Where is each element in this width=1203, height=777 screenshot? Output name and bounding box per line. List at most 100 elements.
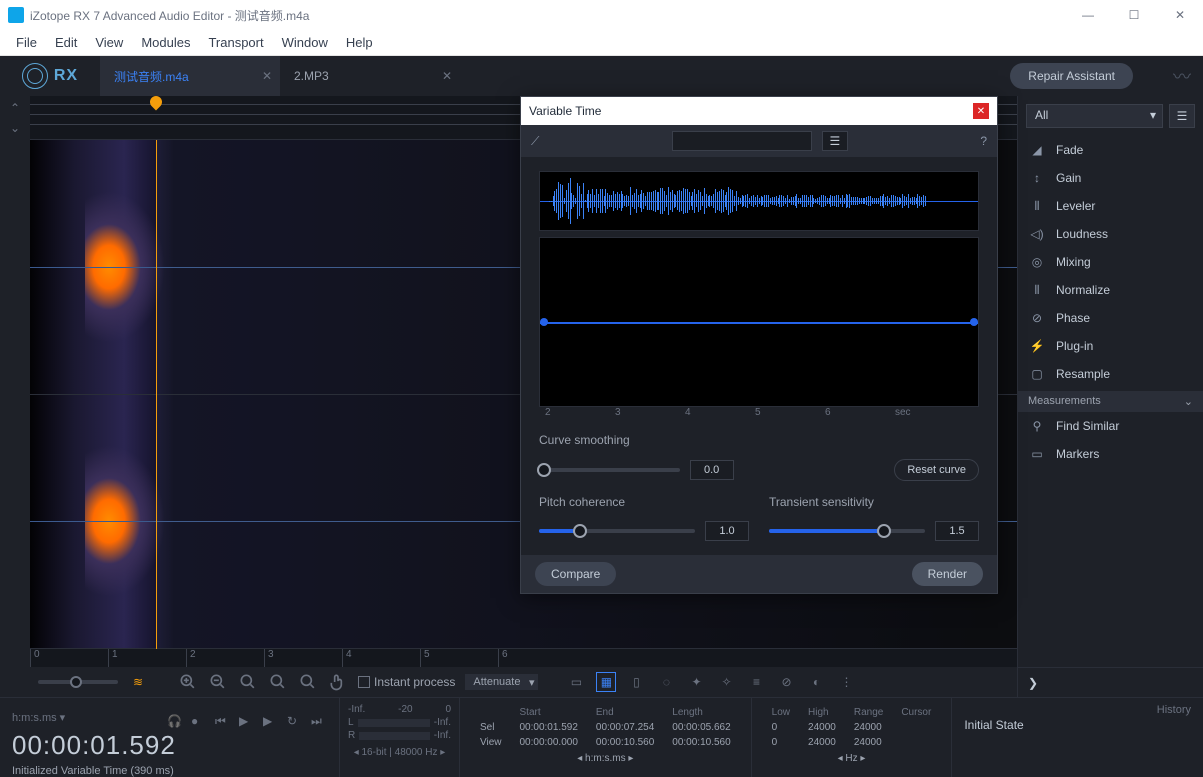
loop-button[interactable]: ↻ xyxy=(287,714,303,730)
tool-icon: ▭ xyxy=(1028,445,1046,463)
transient-value[interactable]: 1.5 xyxy=(935,521,979,541)
curve-handle[interactable] xyxy=(970,318,978,326)
sel-time-icon[interactable]: ▭ xyxy=(566,672,586,692)
waveform-preview[interactable] xyxy=(539,171,979,231)
module-mixing[interactable]: ◎Mixing xyxy=(1018,248,1203,276)
tool-icon: ⚲ xyxy=(1028,417,1046,435)
module-fade[interactable]: ◢Fade xyxy=(1018,136,1203,164)
module-plug-in[interactable]: ⚡Plug-in xyxy=(1018,332,1203,360)
time-format-select[interactable]: h:m:s.ms ▾ xyxy=(12,711,65,724)
collapse-up-icon[interactable]: ⌃ xyxy=(4,100,26,116)
preset-select[interactable] xyxy=(672,131,812,151)
menu-file[interactable]: File xyxy=(8,33,45,52)
pitch-coherence-slider[interactable] xyxy=(539,529,695,533)
status-bar: h:m:s.ms ▾ 🎧 ● ⏮ ▶ ▶ ↻ ⏭ 00:00:01.592 In… xyxy=(0,697,1203,777)
curve-handle[interactable] xyxy=(540,318,548,326)
selection-info: StartEndLengthSel00:00:01.59200:00:07.25… xyxy=(460,698,752,777)
module-menu-button[interactable]: ☰ xyxy=(1169,104,1195,128)
play-sel-button[interactable]: ▶ xyxy=(263,714,279,730)
zoom-sel-icon[interactable] xyxy=(238,672,258,692)
curve-ruler: 23456sec xyxy=(539,407,979,423)
lasso-icon[interactable]: ◌ xyxy=(656,672,676,692)
menu-transport[interactable]: Transport xyxy=(200,33,271,52)
curve-smoothing-slider[interactable] xyxy=(539,468,680,472)
forward-button[interactable]: ⏭ xyxy=(311,714,327,730)
reset-curve-button[interactable]: Reset curve xyxy=(894,459,979,481)
sel-harmonic-icon[interactable]: ≡ xyxy=(746,672,766,692)
chevron-right-icon[interactable]: ❯ xyxy=(1028,676,1038,690)
menu-view[interactable]: View xyxy=(87,33,131,52)
module-icon: ⊘ xyxy=(1028,309,1046,327)
menu-modules[interactable]: Modules xyxy=(133,33,198,52)
curve-smoothing-value[interactable]: 0.0 xyxy=(690,460,734,480)
zoom-out-icon[interactable] xyxy=(208,672,228,692)
file-tabs: 测试音频.m4a✕2.MP3✕ xyxy=(100,56,460,96)
compare-button[interactable]: Compare xyxy=(535,562,616,586)
repair-assistant-button[interactable]: Repair Assistant xyxy=(1010,63,1133,89)
module-gain[interactable]: ↕Gain xyxy=(1018,164,1203,192)
preset-menu-button[interactable]: ☰ xyxy=(822,131,848,151)
render-button[interactable]: Render xyxy=(912,562,983,586)
sel-freq-icon[interactable]: ▯ xyxy=(626,672,646,692)
tool-find-similar[interactable]: ⚲Find Similar xyxy=(1018,412,1203,440)
wand-icon[interactable]: ✧ xyxy=(716,672,736,692)
headphones-icon[interactable]: 🎧 xyxy=(167,714,183,730)
module-leveler[interactable]: ⦀Leveler xyxy=(1018,192,1203,220)
chevron-down-icon: ⌄ xyxy=(1184,395,1193,408)
zoom-fit-icon[interactable] xyxy=(268,672,288,692)
help-icon[interactable]: ? xyxy=(980,134,987,148)
play-button[interactable]: ▶ xyxy=(239,714,255,730)
close-button[interactable]: ✕ xyxy=(1165,8,1195,22)
zoom-in-icon[interactable] xyxy=(178,672,198,692)
dialog-titlebar[interactable]: Variable Time ✕ xyxy=(521,97,997,125)
record-button[interactable]: ● xyxy=(191,714,207,730)
logo-text: RX xyxy=(54,67,78,85)
curve-editor[interactable] xyxy=(539,237,979,407)
history-panel: History Initial State xyxy=(952,698,1203,777)
app-icon xyxy=(8,7,24,23)
wave-icon[interactable]: 〰 xyxy=(1173,63,1203,89)
dialog-close-button[interactable]: ✕ xyxy=(973,103,989,119)
minimize-button[interactable]: ― xyxy=(1073,8,1103,22)
menu-edit[interactable]: Edit xyxy=(47,33,85,52)
module-icon: ⫴ xyxy=(1028,281,1046,299)
module-resample[interactable]: ▢Resample xyxy=(1018,360,1203,388)
level-meters: -Inf.-200 L-Inf. R-Inf. ◂ 16-bit | 48000… xyxy=(340,698,460,777)
transient-slider[interactable] xyxy=(769,529,925,533)
brush-icon[interactable]: ✦ xyxy=(686,672,706,692)
module-icon: ▢ xyxy=(1028,365,1046,383)
menu-help[interactable]: Help xyxy=(338,33,381,52)
deselect-icon[interactable]: ⊘ xyxy=(776,672,796,692)
module-normalize[interactable]: ⫴Normalize xyxy=(1018,276,1203,304)
window-title: iZotope RX 7 Advanced Audio Editor - 测试音… xyxy=(30,7,1073,24)
tool-markers[interactable]: ▭Markers xyxy=(1018,440,1203,468)
playhead[interactable] xyxy=(156,140,157,649)
module-list: ◢Fade↕Gain⦀Leveler◁)Loudness◎Mixing⫴Norm… xyxy=(1018,136,1203,391)
file-tab[interactable]: 测试音频.m4a✕ xyxy=(100,56,280,96)
history-state[interactable]: Initial State xyxy=(964,718,1191,732)
mode-select[interactable]: Attenuate xyxy=(465,674,538,690)
measurements-section[interactable]: Measurements⌄ xyxy=(1018,391,1203,412)
rewind-button[interactable]: ⏮ xyxy=(215,714,231,730)
sel-tf-icon[interactable]: ▦ xyxy=(596,672,616,692)
tab-close-icon[interactable]: ✕ xyxy=(262,69,272,83)
time-ruler[interactable]: 0123456 xyxy=(0,649,1017,667)
file-tab[interactable]: 2.MP3✕ xyxy=(280,56,460,96)
instant-process-checkbox[interactable]: Instant process xyxy=(358,675,455,689)
hand-tool-icon[interactable] xyxy=(328,672,348,692)
tab-close-icon[interactable]: ✕ xyxy=(442,69,452,83)
spectro-icon[interactable]: ≋ xyxy=(128,672,148,692)
module-filter-select[interactable]: All xyxy=(1026,104,1163,128)
curve-tool-icon[interactable]: ⟋ xyxy=(531,134,539,149)
module-loudness[interactable]: ◁)Loudness xyxy=(1018,220,1203,248)
maximize-button[interactable]: ☐ xyxy=(1119,8,1149,22)
menu-window[interactable]: Window xyxy=(274,33,336,52)
collapse-down-icon[interactable]: ⌄ xyxy=(4,120,26,136)
sel-settings-icon[interactable]: ⋮ xyxy=(836,672,856,692)
pitch-coherence-value[interactable]: 1.0 xyxy=(705,521,749,541)
invert-sel-icon[interactable]: ◐ xyxy=(806,672,826,692)
opacity-slider[interactable] xyxy=(38,680,118,684)
zoom-tool-icon[interactable] xyxy=(298,672,318,692)
app-topbar: RX 测试音频.m4a✕2.MP3✕ Repair Assistant 〰 xyxy=(0,56,1203,96)
module-phase[interactable]: ⊘Phase xyxy=(1018,304,1203,332)
